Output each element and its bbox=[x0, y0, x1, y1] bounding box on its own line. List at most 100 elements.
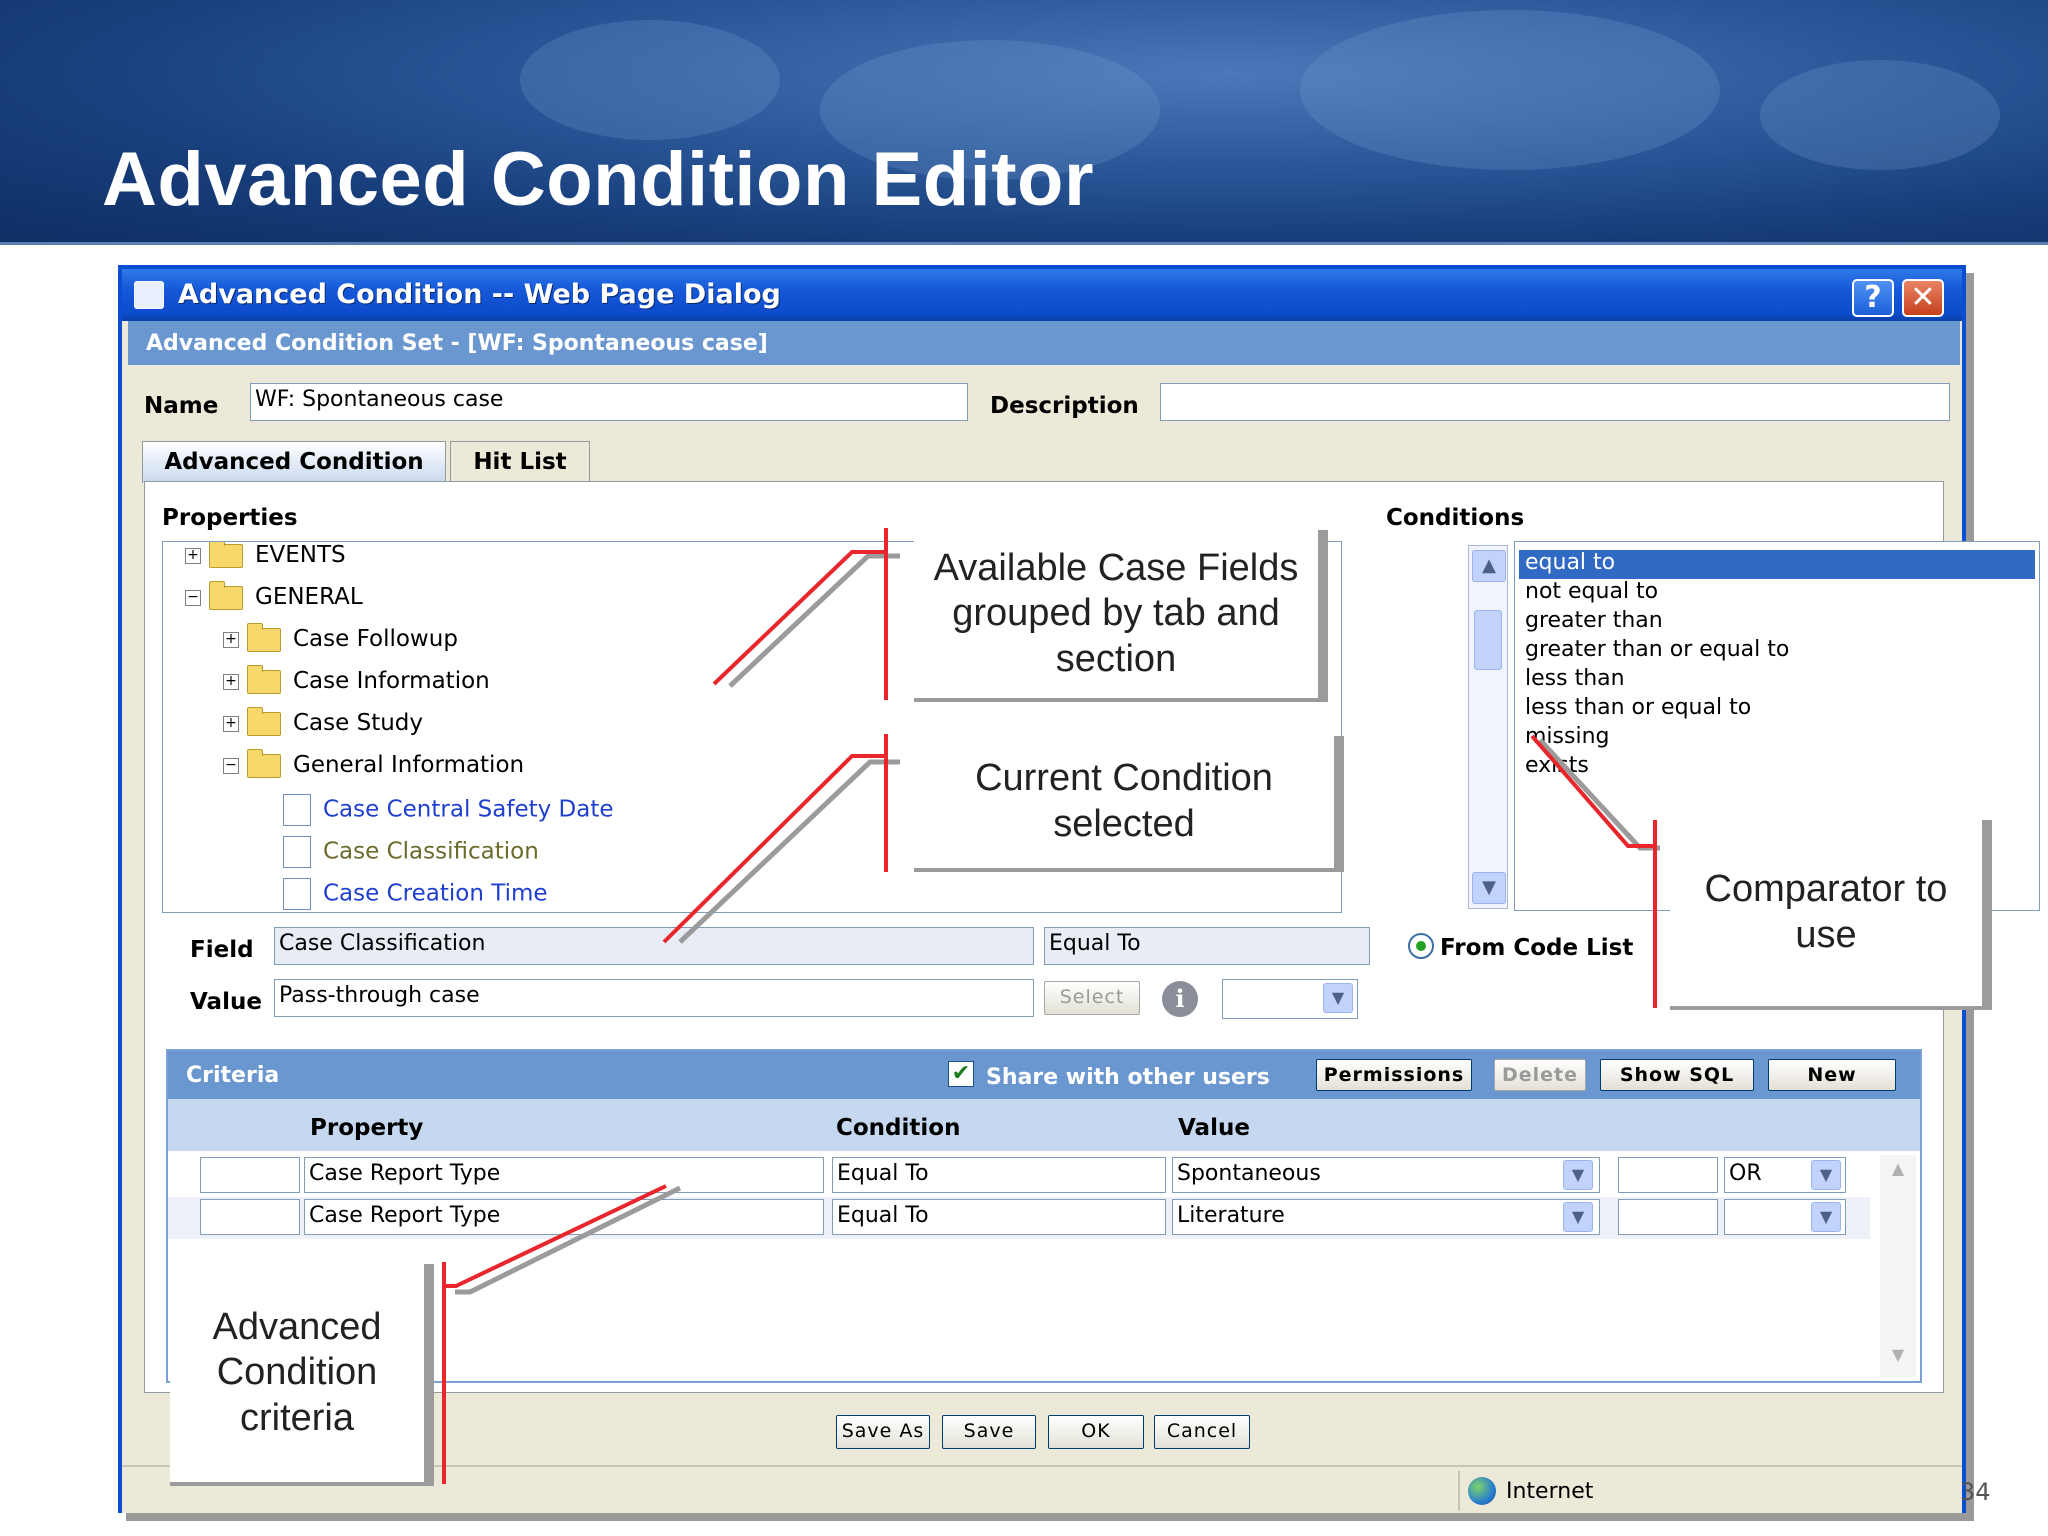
expand-icon[interactable]: + bbox=[223, 631, 239, 648]
column-property: Property bbox=[310, 1115, 424, 1141]
from-code-list-radio[interactable] bbox=[1408, 933, 1434, 959]
folder-icon bbox=[209, 542, 243, 568]
chevron-down-icon[interactable]: ▼ bbox=[1811, 1202, 1841, 1232]
field-label: Field bbox=[190, 937, 254, 963]
info-icon[interactable]: i bbox=[1162, 981, 1198, 1017]
conditions-label: Conditions bbox=[1386, 505, 1525, 531]
expand-icon[interactable]: + bbox=[223, 715, 239, 732]
row-property[interactable]: Case Report Type bbox=[304, 1199, 824, 1235]
row-logic-select[interactable]: ▼ bbox=[1724, 1199, 1846, 1235]
document-icon bbox=[283, 794, 311, 826]
document-icon bbox=[283, 878, 311, 910]
name-input[interactable]: WF: Spontaneous case bbox=[250, 383, 968, 421]
condition-option[interactable]: not equal to bbox=[1519, 579, 2035, 608]
column-condition: Condition bbox=[836, 1115, 961, 1141]
scroll-down-icon[interactable]: ▼ bbox=[1884, 1345, 1912, 1373]
expand-icon[interactable]: + bbox=[223, 673, 239, 690]
condition-option[interactable]: exists bbox=[1519, 753, 2035, 782]
close-button[interactable]: ✕ bbox=[1902, 279, 1944, 317]
field-input[interactable]: Case Classification bbox=[274, 927, 1034, 965]
criteria-scrollbar[interactable]: ▲ ▼ bbox=[1880, 1155, 1916, 1377]
row-property[interactable]: Case Report Type bbox=[304, 1157, 824, 1193]
condition-option[interactable]: less than bbox=[1519, 666, 2035, 695]
scroll-up-icon[interactable]: ▲ bbox=[1472, 550, 1506, 582]
radio-dot-icon bbox=[1416, 941, 1426, 951]
properties-label: Properties bbox=[162, 505, 298, 531]
value-dropdown[interactable]: ▼ bbox=[1222, 979, 1358, 1019]
condition-option[interactable]: equal to bbox=[1519, 550, 2035, 579]
ok-button[interactable]: OK bbox=[1048, 1415, 1144, 1449]
description-input[interactable] bbox=[1160, 383, 1950, 421]
permissions-button[interactable]: Permissions bbox=[1316, 1059, 1472, 1091]
share-label: Share with other users bbox=[986, 1065, 1270, 1090]
description-label: Description bbox=[990, 393, 1139, 419]
row-value-select[interactable]: Spontaneous ▼ bbox=[1172, 1157, 1600, 1193]
expand-icon[interactable]: + bbox=[185, 547, 201, 564]
condition-option[interactable]: missing bbox=[1519, 724, 2035, 753]
row-condition[interactable]: Equal To bbox=[832, 1199, 1166, 1235]
row-value-select[interactable]: Literature ▼ bbox=[1172, 1199, 1600, 1235]
callout-criteria: Advanced Condition criteria bbox=[170, 1264, 434, 1486]
operator-input[interactable]: Equal To bbox=[1044, 927, 1370, 965]
criteria-header: Criteria ✔ Share with other users Permis… bbox=[168, 1051, 1920, 1099]
status-divider bbox=[1458, 1471, 1460, 1511]
collapse-icon[interactable]: − bbox=[185, 589, 201, 606]
folder-open-icon bbox=[209, 580, 243, 610]
select-button[interactable]: Select bbox=[1044, 981, 1140, 1015]
map-decoration bbox=[520, 20, 780, 140]
row-value: Spontaneous bbox=[1177, 1161, 1321, 1186]
tree-leaf-case-creation-time[interactable]: Case Creation Time bbox=[185, 878, 1341, 912]
map-decoration bbox=[1300, 10, 1720, 170]
help-button[interactable]: ? bbox=[1852, 279, 1894, 317]
window-title-bar[interactable]: Advanced Condition -- Web Page Dialog ? … bbox=[122, 269, 1962, 321]
share-checkbox[interactable]: ✔ bbox=[948, 1061, 974, 1087]
window-title: Advanced Condition -- Web Page Dialog bbox=[178, 279, 781, 310]
save-as-button[interactable]: Save As bbox=[836, 1415, 930, 1449]
document-icon bbox=[283, 836, 311, 868]
conditions-scrollbar[interactable]: ▲ ▼ bbox=[1468, 545, 1508, 909]
new-button[interactable]: New bbox=[1768, 1059, 1896, 1091]
table-row[interactable]: Case Report Type Equal To Spontaneous ▼ O… bbox=[168, 1155, 1870, 1197]
value-input[interactable]: Pass-through case bbox=[274, 979, 1034, 1017]
delete-button[interactable]: Delete bbox=[1494, 1059, 1586, 1091]
row-prefix-input[interactable] bbox=[200, 1199, 300, 1235]
chevron-down-icon[interactable]: ▼ bbox=[1563, 1160, 1593, 1190]
map-decoration bbox=[1760, 60, 2000, 170]
collapse-icon[interactable]: − bbox=[223, 757, 239, 774]
folder-open-icon bbox=[247, 748, 281, 778]
row-prefix-input[interactable] bbox=[200, 1157, 300, 1193]
scroll-down-icon[interactable]: ▼ bbox=[1472, 872, 1506, 904]
save-button[interactable]: Save bbox=[942, 1415, 1036, 1449]
ie-page-icon bbox=[134, 281, 164, 309]
condition-option[interactable]: greater than or equal to bbox=[1519, 637, 2035, 666]
slide-title: Advanced Condition Editor bbox=[102, 137, 1095, 222]
show-sql-button[interactable]: Show SQL bbox=[1600, 1059, 1754, 1091]
value-label: Value bbox=[190, 989, 262, 1015]
tab-hit-list[interactable]: Hit List bbox=[450, 441, 590, 483]
page-number: 34 bbox=[1960, 1478, 1991, 1506]
security-zone: Internet bbox=[1506, 1479, 1594, 1504]
from-code-list-label: From Code List bbox=[1440, 935, 1634, 961]
row-suffix-input[interactable] bbox=[1618, 1199, 1718, 1235]
row-suffix-input[interactable] bbox=[1618, 1157, 1718, 1193]
folder-icon bbox=[247, 664, 281, 694]
folder-icon bbox=[247, 706, 281, 736]
tab-advanced-condition[interactable]: Advanced Condition bbox=[142, 441, 446, 483]
condition-option[interactable]: greater than bbox=[1519, 608, 2035, 637]
condition-option[interactable]: less than or equal to bbox=[1519, 695, 2035, 724]
chevron-down-icon[interactable]: ▼ bbox=[1811, 1160, 1841, 1190]
scroll-thumb[interactable] bbox=[1474, 610, 1502, 670]
table-row[interactable]: Case Report Type Equal To Literature ▼ ▼ bbox=[168, 1197, 1870, 1239]
chevron-down-icon[interactable]: ▼ bbox=[1323, 983, 1353, 1013]
row-logic: OR bbox=[1729, 1161, 1762, 1186]
callout-comparator: Comparator to use bbox=[1670, 820, 1992, 1010]
name-label: Name bbox=[144, 393, 219, 419]
chevron-down-icon[interactable]: ▼ bbox=[1563, 1202, 1593, 1232]
condition-set-header: Advanced Condition Set - [WF: Spontaneou… bbox=[128, 321, 1960, 365]
cancel-button[interactable]: Cancel bbox=[1154, 1415, 1250, 1449]
folder-icon bbox=[247, 622, 281, 652]
scroll-up-icon[interactable]: ▲ bbox=[1884, 1159, 1912, 1187]
row-logic-select[interactable]: OR ▼ bbox=[1724, 1157, 1846, 1193]
row-value: Literature bbox=[1177, 1203, 1285, 1228]
row-condition[interactable]: Equal To bbox=[832, 1157, 1166, 1193]
